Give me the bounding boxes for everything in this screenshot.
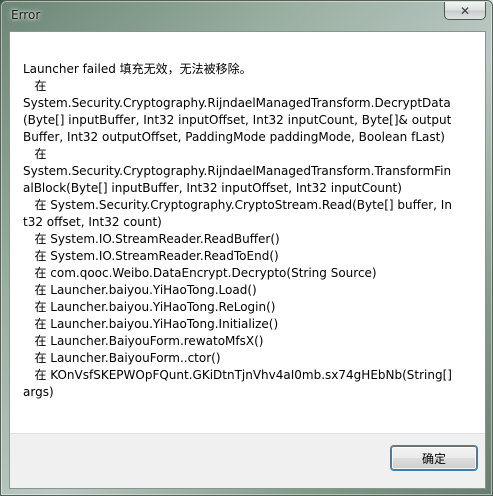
message-line: 在 System.IO.StreamReader.ReadToEnd() [23,249,279,263]
error-message: Launcher failed 填充无效，无法被移除。 在 System.Sec… [23,61,453,401]
message-line: 在 Launcher.BaiyouForm..ctor() [23,351,221,365]
button-bar: 确定 [10,433,485,488]
message-line: 在 KOnVsfSKEPWOpFQunt.GKiDtnTjnVhv4aI0mb.… [23,368,456,399]
error-dialog: Error ✕ Launcher failed 填充无效，无法被移除。 在 Sy… [0,0,493,496]
message-line: System.Security.Cryptography.RijndaelMan… [23,164,452,195]
title-bar[interactable]: Error ✕ [1,1,492,31]
window-title: Error [11,8,41,22]
message-line: Launcher failed 填充无效，无法被移除。 [23,62,252,76]
message-line: 在 Launcher.BaiyouForm.rewatoMfsX() [23,334,264,348]
message-line: 在 System.Security.Cryptography.CryptoStr… [23,198,452,229]
message-line: 在 Launcher.baiyou.YiHaoTong.Load() [23,283,257,297]
close-icon: ✕ [459,3,471,18]
message-line: 在 System.IO.StreamReader.ReadBuffer() [23,232,280,246]
close-button[interactable]: ✕ [444,2,486,20]
message-line: 在 [23,147,47,161]
message-line: System.Security.Cryptography.RijndaelMan… [23,96,452,144]
dialog-body: Launcher failed 填充无效，无法被移除。 在 System.Sec… [9,31,486,489]
message-line: 在 [23,79,47,93]
ok-button[interactable]: 确定 [391,446,477,470]
message-line: 在 com.qooc.Weibo.DataEncrypt.Decrypto(St… [23,266,377,280]
message-line: 在 Launcher.baiyou.YiHaoTong.Initialize() [23,317,279,331]
message-line: 在 Launcher.baiyou.YiHaoTong.ReLogin() [23,300,276,314]
